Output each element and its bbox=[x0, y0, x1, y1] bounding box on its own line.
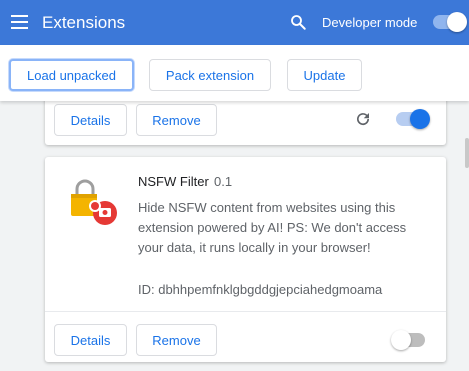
developer-mode-label: Developer mode bbox=[322, 15, 418, 30]
extension-id: ID: dbhhpemfnklgbgddgjepciahedgmoama bbox=[138, 282, 383, 297]
remove-button[interactable]: Remove bbox=[136, 104, 217, 136]
pack-extension-button[interactable]: Pack extension bbox=[149, 59, 271, 91]
card-divider bbox=[45, 311, 446, 312]
remove-button[interactable]: Remove bbox=[136, 324, 217, 356]
lock-with-camera-icon bbox=[71, 179, 117, 225]
extension-version: 0.1 bbox=[214, 174, 233, 189]
app-header: Extensions Developer mode bbox=[0, 0, 469, 45]
dev-toolbar: Load unpacked Pack extension Update bbox=[0, 45, 469, 101]
extension-enable-toggle[interactable] bbox=[396, 109, 430, 129]
extension-name: NSFW Filter bbox=[138, 174, 209, 189]
details-button[interactable]: Details bbox=[54, 104, 127, 136]
page-title: Extensions bbox=[42, 13, 126, 32]
toggle-knob bbox=[410, 109, 430, 129]
scrollbar-thumb[interactable] bbox=[465, 138, 469, 168]
extension-enable-toggle[interactable] bbox=[391, 330, 425, 350]
search-icon[interactable] bbox=[289, 13, 307, 31]
toggle-knob bbox=[391, 330, 411, 350]
load-unpacked-button[interactable]: Load unpacked bbox=[9, 59, 134, 91]
extension-description: Hide NSFW content from websites using th… bbox=[138, 200, 407, 255]
extension-card: NSFW Filter 0.1 Hide NSFW content from w… bbox=[45, 157, 446, 362]
reload-icon[interactable] bbox=[354, 110, 372, 128]
update-button[interactable]: Update bbox=[287, 59, 362, 91]
details-button[interactable]: Details bbox=[54, 324, 127, 356]
developer-mode-toggle[interactable] bbox=[433, 12, 467, 32]
toggle-knob bbox=[447, 12, 467, 32]
menu-icon[interactable] bbox=[11, 15, 28, 29]
